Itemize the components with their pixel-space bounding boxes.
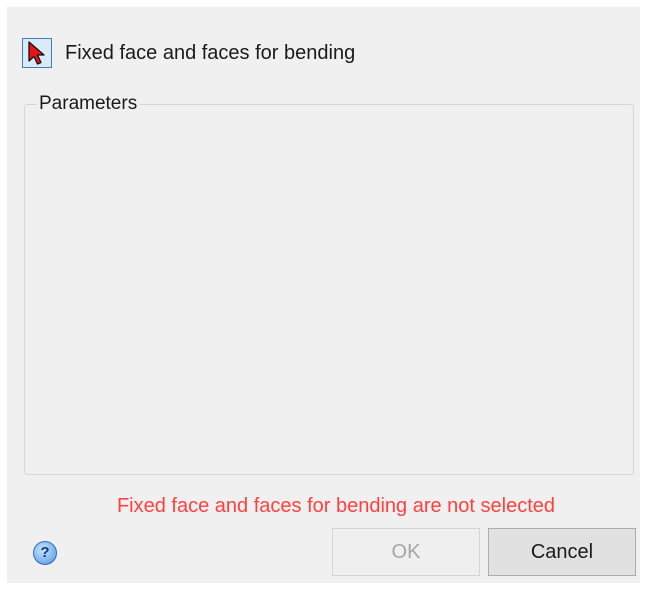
status-message: Fixed face and faces for bending are not… <box>116 495 556 517</box>
parameters-group-title: Parameters <box>37 94 141 114</box>
help-icon[interactable]: ? <box>33 541 57 565</box>
selector-label: Fixed face and faces for bending <box>65 42 356 64</box>
select-faces-button[interactable] <box>22 38 52 68</box>
face-selector-row: Fixed face and faces for bending <box>22 37 355 69</box>
cancel-button[interactable]: Cancel <box>488 528 636 576</box>
dialog: Fixed face and faces for bending Paramet… <box>7 7 640 583</box>
parameters-group: Parameters <box>24 94 634 475</box>
ok-button[interactable]: OK <box>332 528 480 576</box>
red-arrow-cursor-icon <box>28 41 45 65</box>
